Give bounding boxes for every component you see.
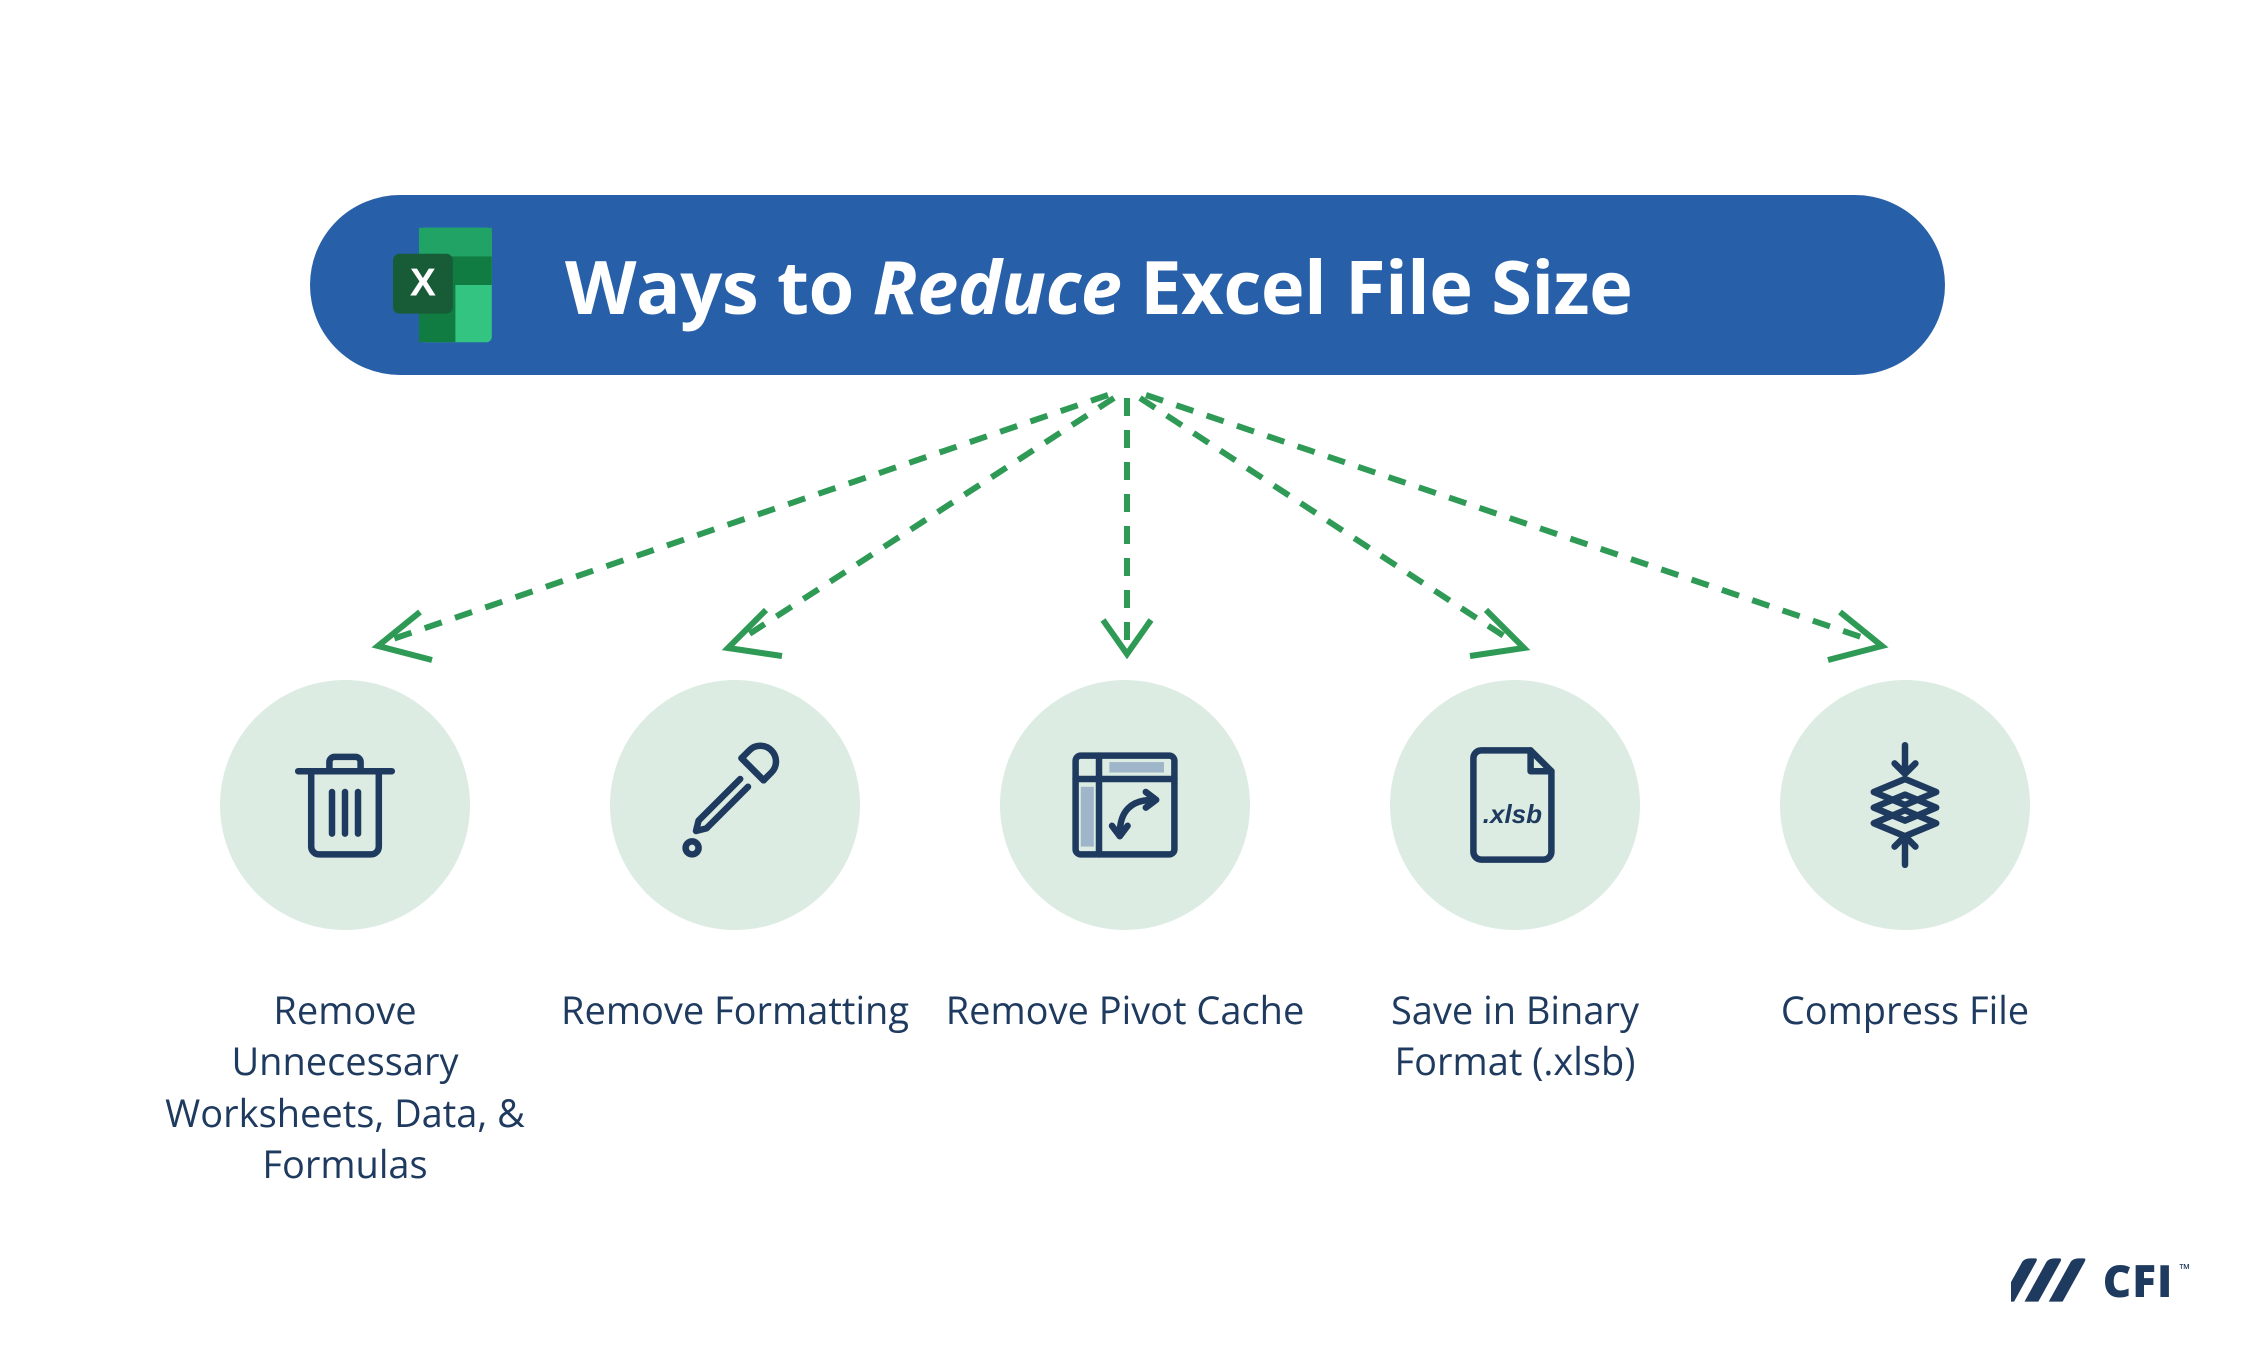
item-label: Remove Unnecessary Worksheets, Data, & F… [165,985,525,1190]
circle-icon [1000,680,1250,930]
pivot-icon [1060,740,1190,870]
circle-icon [1780,680,2030,930]
header-pill: X Ways to Reduce Excel File Size [310,195,1945,375]
circle-icon [610,680,860,930]
item-label: Remove Formatting [561,985,909,1036]
item-label: Remove Pivot Cache [946,985,1305,1036]
item-save-binary: .xlsb Save in Binary Format (.xlsb) [1320,680,1710,1190]
compress-icon [1840,740,1970,870]
item-label: Compress File [1781,985,2029,1036]
item-remove-formatting: Remove Formatting [540,680,930,1190]
brand-bars-icon [2011,1256,2089,1304]
excel-icon: X [380,220,510,350]
circle-icon [220,680,470,930]
circle-icon: .xlsb [1390,680,1640,930]
brand-trademark: ™ [2179,1260,2190,1279]
svg-text:.xlsb: .xlsb [1483,799,1542,829]
eyedropper-icon [670,740,800,870]
title-em: Reduce [873,235,1122,336]
svg-text:X: X [410,261,436,304]
brand-logo: CFI ™ [2011,1250,2190,1310]
brand-name: CFI [2103,1250,2174,1310]
trash-icon [280,740,410,870]
header-title: Ways to Reduce Excel File Size [565,235,1632,336]
item-remove-pivot-cache: Remove Pivot Cache [930,680,1320,1190]
item-compress-file: Compress File [1710,680,2100,1190]
title-pre: Ways to [565,235,873,336]
title-post: Excel File Size [1121,235,1632,336]
items-row: Remove Unnecessary Worksheets, Data, & F… [0,680,2250,1190]
item-label: Save in Binary Format (.xlsb) [1335,985,1695,1088]
item-remove-worksheets: Remove Unnecessary Worksheets, Data, & F… [150,680,540,1190]
file-xlsb-icon: .xlsb [1450,740,1580,870]
